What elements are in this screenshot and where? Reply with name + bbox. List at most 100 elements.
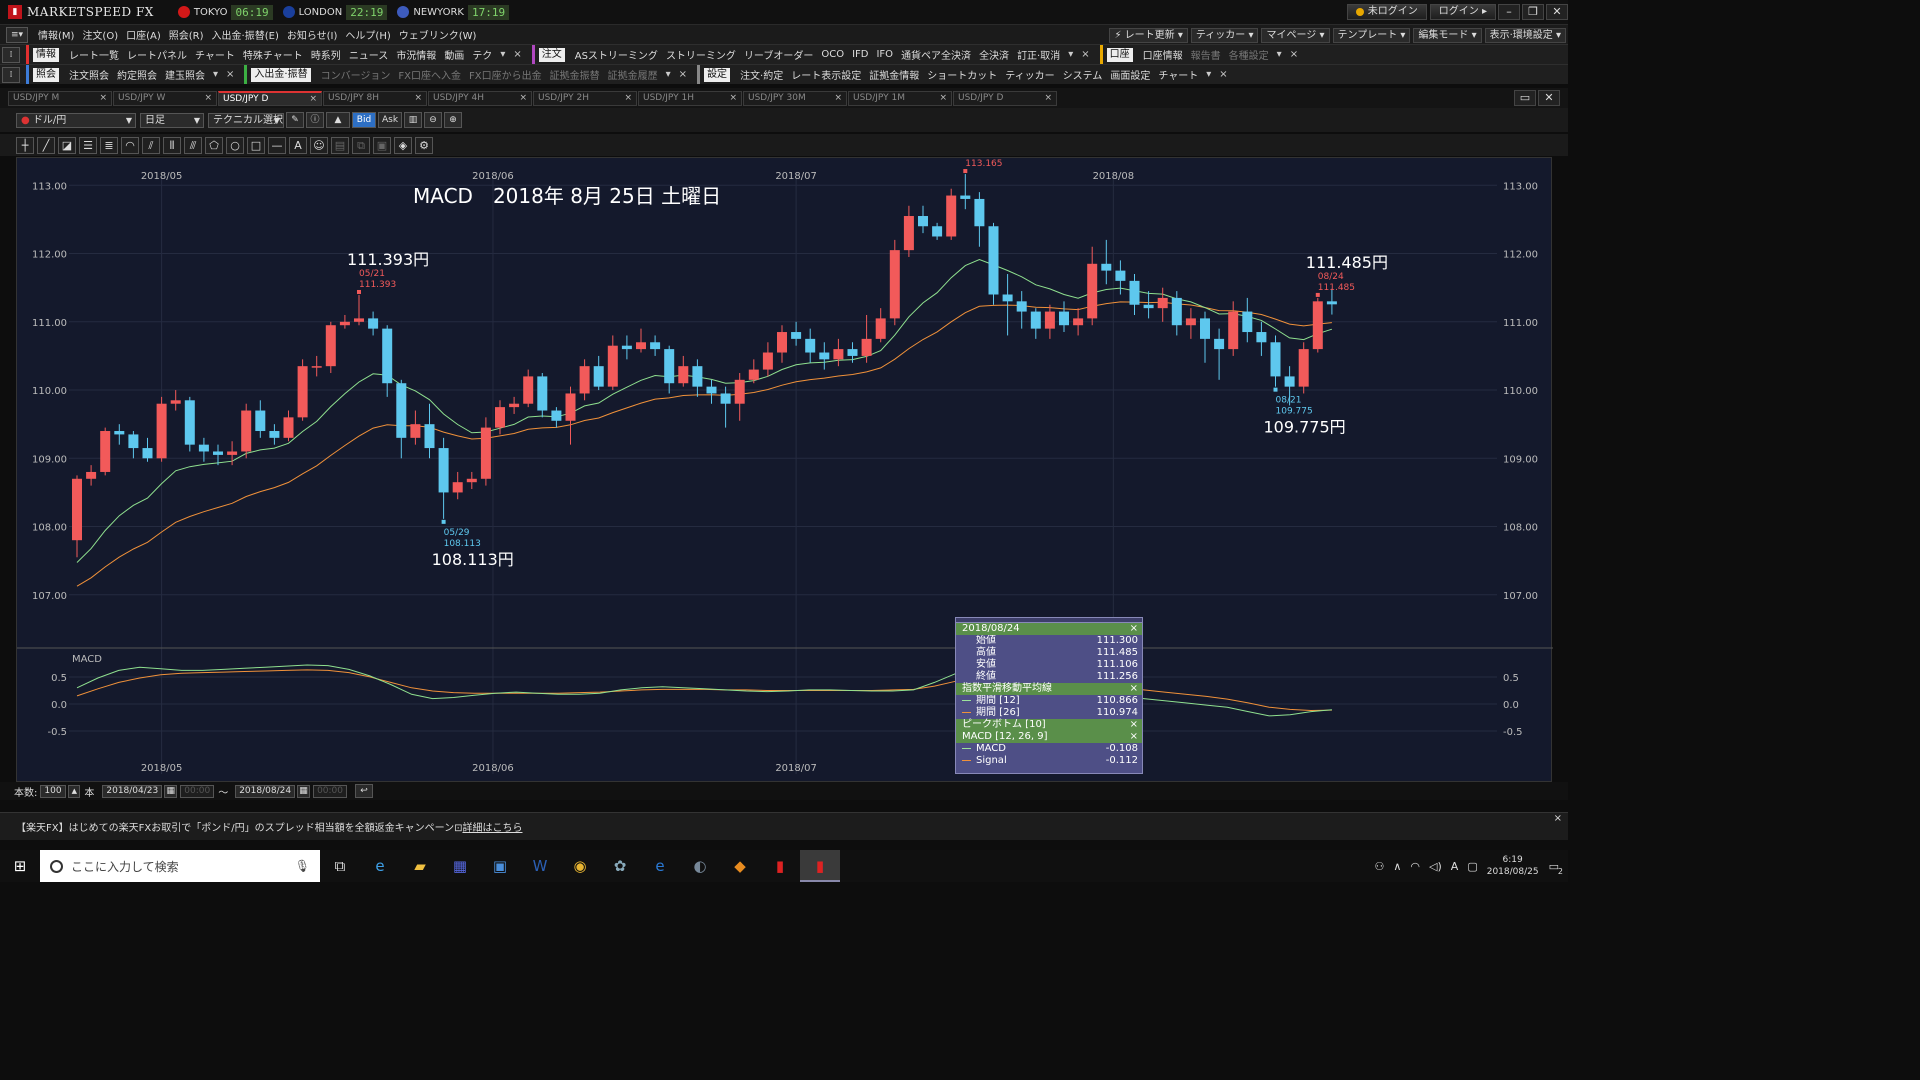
- nav-item[interactable]: IFO: [872, 49, 897, 60]
- marketspeed-icon[interactable]: ▮: [760, 850, 800, 882]
- layers-icon[interactable]: ▤: [331, 136, 349, 154]
- close-tab-icon[interactable]: ×: [1044, 92, 1052, 105]
- chevron-down-icon[interactable]: ▾: [1277, 49, 1282, 60]
- close-chart-icon[interactable]: ✕: [1538, 90, 1560, 106]
- nav-item[interactable]: OCO: [817, 49, 848, 60]
- eraser-icon[interactable]: ◪: [58, 136, 76, 154]
- menu-right-button-3[interactable]: テンプレート ▾: [1332, 27, 1411, 43]
- notification-icon[interactable]: ▭ 2: [1549, 860, 1563, 876]
- menu-item-5[interactable]: お知らせ(I): [283, 27, 342, 42]
- ie-icon[interactable]: e: [360, 850, 400, 882]
- nav-item[interactable]: リーブオーダー: [740, 47, 817, 62]
- nav-item[interactable]: レートパネル: [123, 47, 191, 62]
- text-icon[interactable]: A: [289, 136, 307, 154]
- menu-right-button-0[interactable]: ⚡ レート更新 ▾: [1109, 27, 1188, 43]
- close-tab-icon[interactable]: ×: [414, 92, 422, 105]
- taskbar-search[interactable]: ここに入力して検索 🎙: [40, 850, 320, 882]
- nav-item[interactable]: ティッカー: [1001, 67, 1058, 82]
- settings-icon[interactable]: ⚙: [415, 136, 433, 154]
- price-chart[interactable]: 113.00 113.00 112.00 112.00 111.00 111.00 110.…: [17, 158, 1553, 783]
- area-chart-icon[interactable]: ▲: [326, 112, 350, 128]
- nav-item[interactable]: ニュース: [345, 47, 393, 62]
- tab-chart[interactable]: USD/JPY D ×: [953, 90, 1057, 106]
- close-icon[interactable]: ✕: [1546, 4, 1568, 20]
- ime-icon[interactable]: A: [1451, 860, 1459, 873]
- tab-chart[interactable]: USD/JPY 1H ×: [638, 90, 742, 106]
- nav-item[interactable]: 時系列: [307, 47, 345, 62]
- app-orange-icon[interactable]: ◆: [720, 850, 760, 882]
- nav-group-head[interactable]: 設定: [704, 67, 731, 82]
- fan-icon[interactable]: ⫽: [142, 136, 160, 154]
- close-tab-icon[interactable]: ×: [204, 92, 212, 105]
- circle-icon[interactable]: ○: [226, 136, 244, 154]
- close-icon[interactable]: ×: [1130, 719, 1138, 731]
- chrome-icon[interactable]: ◉: [560, 850, 600, 882]
- nav-item[interactable]: 画面設定: [1106, 67, 1154, 82]
- menu-right-button-5[interactable]: 表示·環境設定 ▾: [1484, 27, 1566, 43]
- menu-item-3[interactable]: 照会(R): [165, 27, 208, 42]
- minimize-icon[interactable]: –: [1498, 4, 1520, 20]
- nav-item[interactable]: ASストリーミング: [571, 47, 662, 62]
- nav-group-head[interactable]: 口座: [1106, 47, 1133, 62]
- windows-start-icon[interactable]: ⊞: [0, 857, 40, 875]
- chevron-up-icon[interactable]: ∧: [1393, 860, 1401, 873]
- nav-item[interactable]: 口座情報: [1139, 47, 1187, 62]
- main-menu-icon[interactable]: ≡▾: [6, 26, 28, 43]
- fill-icon[interactable]: ◈: [394, 136, 412, 154]
- people-icon[interactable]: ⚇: [1374, 860, 1384, 873]
- nav-item[interactable]: 動画: [440, 47, 468, 62]
- grip-icon[interactable]: ⁞: [2, 46, 20, 63]
- horizontal-line-icon[interactable]: —: [268, 136, 286, 154]
- tab-chart[interactable]: USD/JPY 8H ×: [323, 90, 427, 106]
- nav-item[interactable]: FX口座から出金: [465, 67, 546, 82]
- nav-item[interactable]: 証拠金振替: [546, 67, 604, 82]
- technical-select[interactable]: テクニカル選択 ▼: [208, 112, 284, 128]
- close-tab-icon[interactable]: ×: [309, 93, 317, 106]
- nav-item[interactable]: ストリーミング: [662, 47, 740, 62]
- currency-select[interactable]: ● ドル/円 ▼: [16, 112, 136, 128]
- nav-item[interactable]: 報告書: [1187, 47, 1225, 62]
- menu-right-button-4[interactable]: 編集モード ▾: [1413, 27, 1482, 43]
- chevron-down-icon[interactable]: ▾: [213, 69, 218, 80]
- zoom-in-icon[interactable]: ⊕: [444, 112, 462, 128]
- close-icon[interactable]: ×: [679, 69, 687, 80]
- app-icon[interactable]: ◐: [680, 850, 720, 882]
- menu-right-button-1[interactable]: ティッカー ▾: [1190, 27, 1259, 43]
- lines-horizontal-icon[interactable]: ☰: [79, 136, 97, 154]
- tab-chart[interactable]: USD/JPY M ×: [8, 90, 112, 106]
- chart-area[interactable]: 113.00 113.00 112.00 112.00 111.00 111.00 110.…: [16, 157, 1553, 783]
- wifi-icon[interactable]: ◠: [1410, 860, 1420, 873]
- count-stepper[interactable]: ▲: [68, 784, 81, 798]
- nav-item[interactable]: 各種設定: [1225, 47, 1273, 62]
- copy-icon[interactable]: ⧉: [352, 136, 370, 154]
- line-icon[interactable]: ╱: [37, 136, 55, 154]
- word-icon[interactable]: W: [520, 850, 560, 882]
- period-select[interactable]: 日足 ▼: [140, 112, 204, 128]
- info-panel[interactable]: 2018/08/24 × 始値 111.300 高値 111.485 安値 111.106 終…: [955, 617, 1143, 774]
- lines-parallel-icon[interactable]: ≣: [100, 136, 118, 154]
- ask-button[interactable]: Ask: [378, 112, 402, 128]
- close-news-icon[interactable]: ×: [1554, 813, 1562, 824]
- nav-item[interactable]: 約定照会: [113, 67, 161, 82]
- calendar-icon[interactable]: ▦: [297, 784, 311, 798]
- apply-range-icon[interactable]: ↩: [355, 784, 373, 798]
- pentagon-icon[interactable]: ⬠: [205, 136, 223, 154]
- bid-button[interactable]: Bid: [352, 112, 376, 128]
- menu-item-6[interactable]: ヘルプ(H): [341, 27, 394, 42]
- from-date-field[interactable]: 2018/04/23: [102, 784, 163, 798]
- nav-item[interactable]: 証拠金履歴: [604, 67, 662, 82]
- nav-item[interactable]: レート表示設定: [787, 67, 865, 82]
- folder-icon[interactable]: ▰: [400, 850, 440, 882]
- news-link[interactable]: 詳細はこちら: [462, 823, 522, 834]
- info-icon[interactable]: ⓘ: [306, 112, 324, 128]
- close-tab-icon[interactable]: ×: [519, 92, 527, 105]
- nav-group-head[interactable]: 注文: [538, 47, 565, 62]
- chart-style-icon[interactable]: ▥: [404, 112, 422, 128]
- nav-item[interactable]: 建玉照会: [161, 67, 209, 82]
- tab-chart[interactable]: USD/JPY 2H ×: [533, 90, 637, 106]
- tab-chart[interactable]: USD/JPY 1M ×: [848, 90, 952, 106]
- window-app-icon[interactable]: ▣: [480, 850, 520, 882]
- close-tab-icon[interactable]: ×: [939, 92, 947, 105]
- tab-chart[interactable]: USD/JPY D ×: [218, 90, 322, 106]
- nav-item[interactable]: 証拠金情報: [865, 67, 923, 82]
